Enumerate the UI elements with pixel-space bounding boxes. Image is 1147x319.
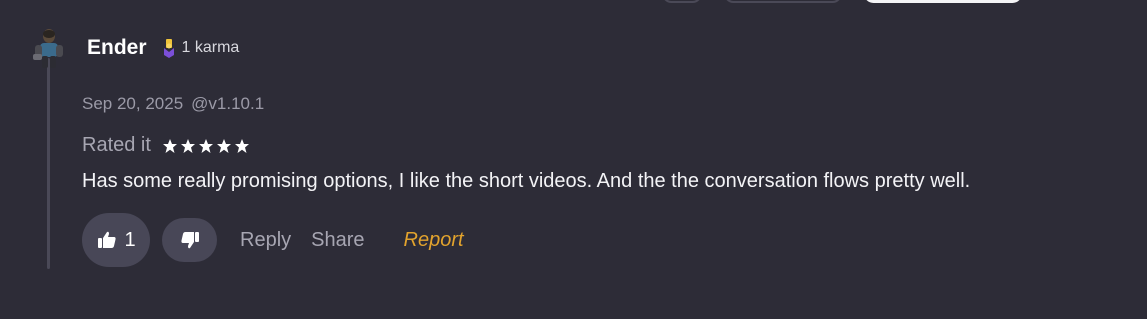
downvote-button[interactable] bbox=[162, 218, 217, 262]
karma-badge-icon bbox=[162, 37, 176, 59]
thumbs-up-icon bbox=[98, 231, 117, 248]
star-icon bbox=[180, 138, 195, 153]
rating-row: Rated it bbox=[82, 134, 250, 157]
star-rating bbox=[162, 138, 250, 154]
star-icon bbox=[162, 138, 177, 153]
comment-body: Has some really promising options, I lik… bbox=[82, 170, 971, 192]
reply-button[interactable]: Reply bbox=[240, 229, 291, 252]
star-icon bbox=[216, 138, 231, 153]
upvote-count: 1 bbox=[124, 228, 136, 251]
username[interactable]: Ender bbox=[87, 36, 147, 60]
thumbs-down-icon bbox=[180, 232, 199, 249]
comment-actions: 1 Reply Share Report bbox=[82, 213, 464, 267]
person-avatar-icon bbox=[33, 29, 63, 68]
top-control-pill[interactable] bbox=[724, 0, 842, 3]
top-control-pill-active[interactable] bbox=[864, 0, 1022, 3]
thread-line bbox=[47, 58, 50, 269]
comment-date: Sep 20, 2025 bbox=[82, 94, 184, 113]
version-tag: @v1.10.1 bbox=[191, 94, 265, 113]
top-control-pill[interactable] bbox=[662, 0, 702, 3]
share-button[interactable]: Share bbox=[311, 229, 364, 252]
comment-header: Ender 1 karma bbox=[87, 34, 239, 62]
star-icon bbox=[198, 138, 213, 153]
avatar[interactable] bbox=[30, 26, 68, 70]
karma-count: 1 karma bbox=[181, 39, 240, 56]
upvote-button[interactable]: 1 bbox=[82, 213, 150, 267]
star-icon bbox=[234, 138, 249, 153]
rating-label: Rated it bbox=[82, 134, 151, 156]
comment-meta: Sep 20, 2025 @v1.10.1 bbox=[82, 94, 264, 114]
report-button[interactable]: Report bbox=[404, 229, 464, 252]
